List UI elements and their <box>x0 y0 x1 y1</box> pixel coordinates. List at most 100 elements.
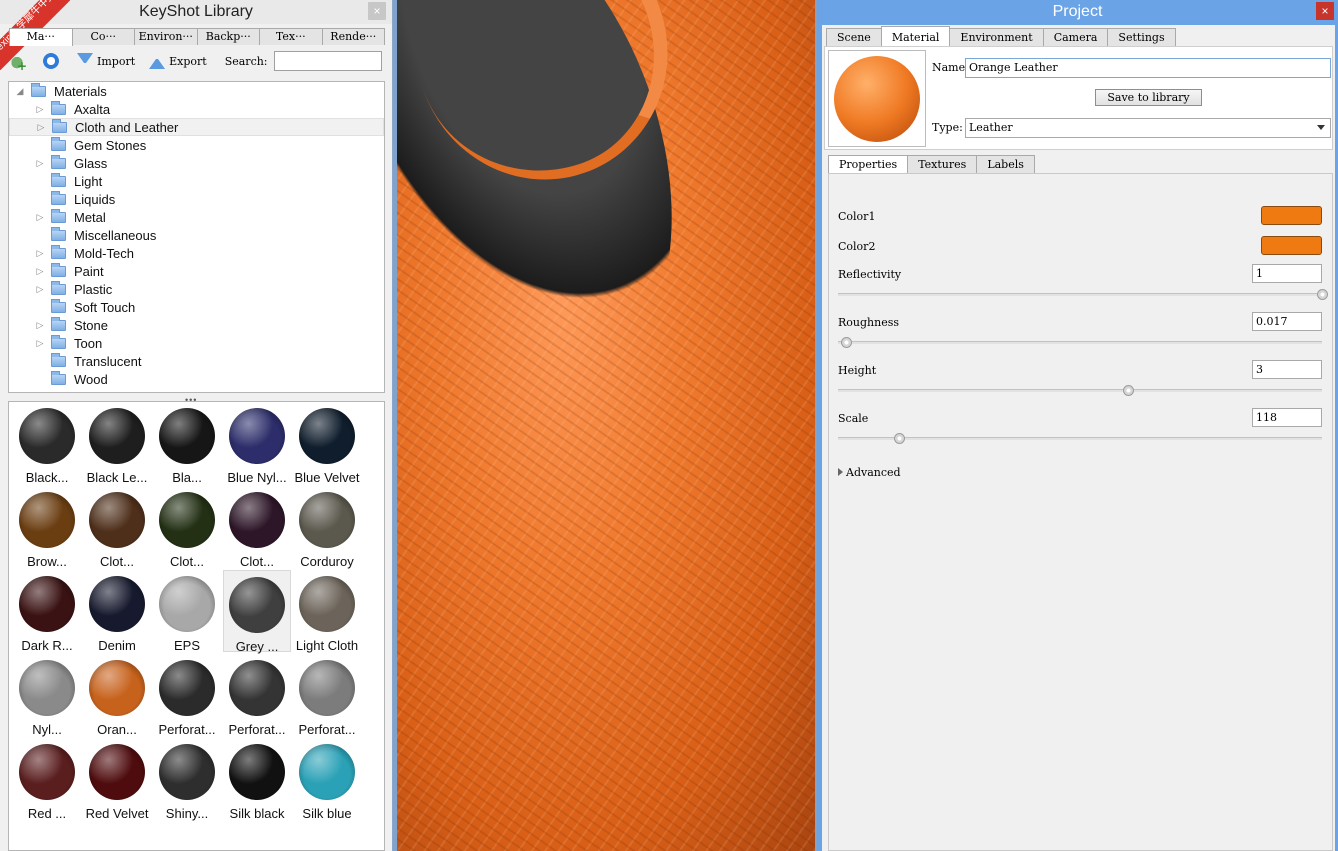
material-thumbnail[interactable]: Bla... <box>153 402 221 485</box>
material-thumbnail[interactable]: Perforat... <box>153 654 221 737</box>
material-thumbnail[interactable]: Red ... <box>13 738 81 821</box>
tree-item[interactable]: Miscellaneous <box>9 226 384 244</box>
tree-collapsed-arrow-icon[interactable]: ▷ <box>35 320 45 331</box>
material-thumbnail[interactable]: Oran... <box>83 654 151 737</box>
scale-slider[interactable] <box>838 433 1322 444</box>
tab-settings[interactable]: Settings <box>1107 28 1176 46</box>
tree-item[interactable]: ▷ Toon <box>9 334 384 352</box>
reflectivity-slider[interactable] <box>838 289 1328 300</box>
tab-properties[interactable]: Properties <box>828 155 909 173</box>
tree-item[interactable]: ▷ Paint <box>9 262 384 280</box>
material-thumbnail[interactable]: Nyl... <box>13 654 81 737</box>
roughness-slider[interactable] <box>838 337 1322 348</box>
material-thumbnail-label: Clot... <box>100 554 134 569</box>
material-thumbnail[interactable]: Brow... <box>13 486 81 569</box>
tree-collapsed-arrow-icon[interactable]: ▷ <box>35 266 45 277</box>
height-input[interactable]: 3 <box>1252 360 1322 379</box>
save-to-library-button[interactable]: Save to library <box>1095 89 1202 106</box>
tab-materials[interactable]: Ma··· <box>9 28 73 46</box>
material-thumbnail[interactable]: Dark R... <box>13 570 81 653</box>
material-thumbnail[interactable]: Denim <box>83 570 151 653</box>
material-type-value: Leather <box>969 121 1013 134</box>
export-button[interactable]: Export <box>149 53 207 69</box>
tree-collapsed-arrow-icon[interactable]: ▷ <box>35 248 45 259</box>
tree-item[interactable]: ▷ Metal <box>9 208 384 226</box>
tab-scene[interactable]: Scene <box>826 28 882 46</box>
material-thumbnail[interactable]: Light Cloth <box>293 570 361 653</box>
tree-collapsed-arrow-icon[interactable]: ▷ <box>35 284 45 295</box>
scale-label: Scale <box>838 412 869 425</box>
material-thumbnail[interactable]: Grey ... <box>223 570 291 654</box>
roughness-slider-handle[interactable] <box>841 337 853 348</box>
material-thumbnail[interactable]: Clot... <box>153 486 221 569</box>
reflectivity-input[interactable]: 1 <box>1252 264 1322 283</box>
tab-renders[interactable]: Rende··· <box>321 28 385 45</box>
search-input[interactable] <box>273 51 382 71</box>
tab-environment[interactable]: Environment <box>949 28 1044 46</box>
tree-collapsed-arrow-icon[interactable]: ▷ <box>35 104 45 115</box>
tree-item[interactable]: ▷ Glass <box>9 154 384 172</box>
material-thumbnail[interactable]: Clot... <box>83 486 151 569</box>
tree-collapsed-arrow-icon[interactable]: ▷ <box>36 122 46 133</box>
tree-item[interactable]: Light <box>9 172 384 190</box>
tree-collapsed-arrow-icon[interactable]: ▷ <box>35 212 45 223</box>
tree-expanded-arrow-icon[interactable]: ◢ <box>15 86 25 97</box>
tree-item[interactable]: ▷ Axalta <box>9 100 384 118</box>
tab-colors[interactable]: Co··· <box>71 28 135 45</box>
material-type-select[interactable]: Leather <box>965 118 1331 138</box>
color1-swatch[interactable] <box>1261 206 1322 225</box>
tab-backplates[interactable]: Backp··· <box>196 28 260 45</box>
render-viewport[interactable] <box>397 0 815 851</box>
tab-material[interactable]: Material <box>880 26 951 46</box>
scale-input[interactable]: 118 <box>1252 408 1322 427</box>
material-ball <box>159 744 215 800</box>
material-thumbnail[interactable]: EPS <box>153 570 221 653</box>
tree-item[interactable]: ▷ Mold-Tech <box>9 244 384 262</box>
tab-textures[interactable]: Tex··· <box>259 28 323 45</box>
roughness-input[interactable]: 0.017 <box>1252 312 1322 331</box>
material-thumbnail[interactable]: Silk blue <box>293 738 361 821</box>
material-thumbnail[interactable]: Clot... <box>223 486 291 569</box>
tree-item[interactable]: ▷ Stone <box>9 316 384 334</box>
material-thumbnail[interactable]: Black... <box>13 402 81 485</box>
project-close-button[interactable]: × <box>1316 2 1334 20</box>
add-folder-button[interactable] <box>9 53 29 73</box>
material-thumbnail[interactable]: Black Le... <box>83 402 151 485</box>
material-thumbnail[interactable]: Perforat... <box>223 654 291 737</box>
material-thumbnail[interactable]: Perforat... <box>293 654 361 737</box>
reflectivity-slider-handle[interactable] <box>1317 289 1328 300</box>
tree-item[interactable]: Translucent <box>9 352 384 370</box>
material-thumbnail-label: Black... <box>25 470 69 485</box>
color2-swatch[interactable] <box>1261 236 1322 255</box>
material-thumbnail[interactable]: Corduroy <box>293 486 361 569</box>
material-thumbnail[interactable]: Red Velvet <box>83 738 151 821</box>
tree-collapsed-arrow-icon[interactable]: ▷ <box>35 158 45 169</box>
tree-collapsed-arrow-icon[interactable]: ▷ <box>35 338 45 349</box>
tree-item[interactable]: Liquids <box>9 190 384 208</box>
material-thumbnail[interactable]: Blue Nyl... <box>223 402 291 485</box>
material-name-input[interactable]: Orange Leather <box>965 58 1331 78</box>
tree-item[interactable]: Soft Touch <box>9 298 384 316</box>
height-slider[interactable] <box>838 385 1322 396</box>
material-thumbnail[interactable]: Silk black <box>223 738 291 821</box>
material-thumbnail[interactable]: Shiny... <box>153 738 221 821</box>
advanced-section-toggle[interactable]: Advanced <box>838 466 901 479</box>
refresh-button[interactable] <box>43 53 63 69</box>
material-thumbnail-label: Grey ... <box>235 639 279 654</box>
tree-item[interactable]: ▷ Plastic <box>9 280 384 298</box>
tree-item[interactable]: ▷ Cloth and Leather <box>9 118 384 136</box>
material-preview[interactable] <box>828 50 926 147</box>
scale-slider-handle[interactable] <box>893 433 905 444</box>
export-arrow-icon <box>149 53 166 69</box>
height-slider-handle[interactable] <box>1123 385 1135 396</box>
tab-labels[interactable]: Labels <box>976 155 1035 173</box>
tree-item[interactable]: Wood <box>9 370 384 388</box>
tab-environments[interactable]: Environ··· <box>134 28 198 45</box>
import-button[interactable]: Import <box>77 53 135 69</box>
tab-textures[interactable]: Textures <box>907 155 978 173</box>
tree-item[interactable]: Gem Stones <box>9 136 384 154</box>
material-thumbnail[interactable]: Blue Velvet <box>293 402 361 485</box>
tab-camera[interactable]: Camera <box>1042 28 1109 46</box>
library-close-button[interactable]: × <box>368 2 386 20</box>
tree-root-materials[interactable]: ◢ Materials <box>9 82 384 100</box>
